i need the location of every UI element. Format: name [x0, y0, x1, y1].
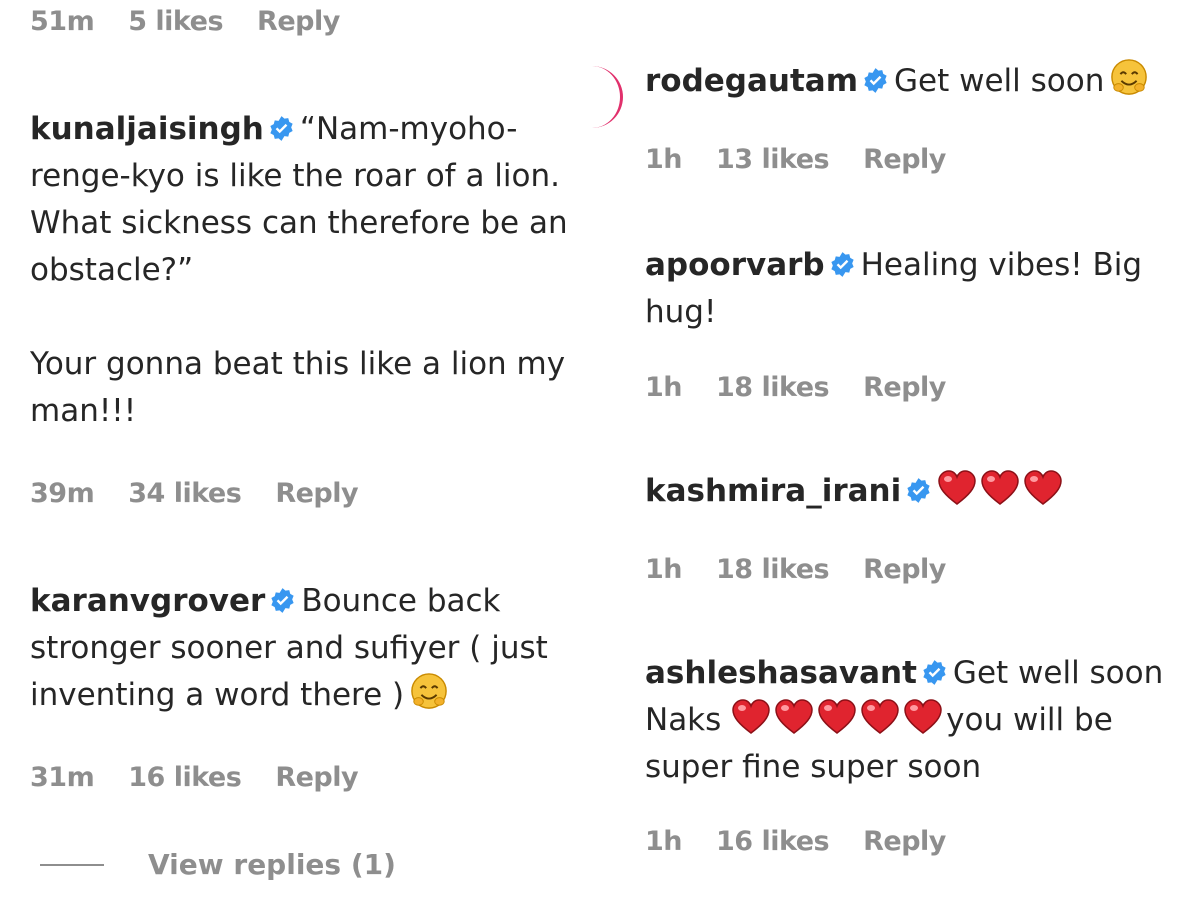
comment-time: 1h: [645, 372, 683, 403]
comment-time: 1h: [645, 826, 683, 857]
comment-likes[interactable]: 16 likes: [716, 826, 830, 857]
comment-meta-top: 51m 5 likes Reply: [30, 6, 600, 37]
comment-rodegautam: rodegautam Get well soon: [645, 58, 1175, 105]
red-heart-icon: [732, 699, 770, 734]
comment-body: ashleshasavant Get well soon Naks you wil…: [645, 650, 1175, 791]
reply-button[interactable]: Reply: [275, 478, 358, 509]
comment-text: “Nam-myoho-renge-kyo is like the roar of…: [30, 111, 568, 429]
red-heart-icon: [938, 470, 976, 505]
verified-badge-icon: [271, 588, 294, 613]
comment-likes[interactable]: 18 likes: [716, 372, 830, 403]
view-replies-row: View replies (1): [40, 848, 600, 881]
comment-meta: 1h 13 likes Reply: [645, 144, 1175, 175]
reply-button[interactable]: Reply: [863, 144, 946, 175]
verified-badge-icon: [923, 660, 946, 685]
comment-body: kunaljaisingh “Nam-myoho-renge-kyo is lik…: [30, 106, 600, 435]
comment-time: 31m: [30, 762, 95, 793]
reply-button[interactable]: Reply: [257, 6, 340, 37]
comment-time: 1h: [645, 554, 683, 585]
comment-ashleshasavant: ashleshasavant Get well soon Naks you wil…: [645, 650, 1175, 791]
comment-likes[interactable]: 13 likes: [716, 144, 830, 175]
comment-meta: 1h 18 likes Reply: [645, 372, 1175, 403]
comment-meta: 1h 18 likes Reply: [645, 554, 1175, 585]
comment-likes[interactable]: 5 likes: [128, 6, 223, 37]
comment-username[interactable]: karanvgrover: [30, 583, 265, 619]
comment-karanvgrover: karanvgrover Bounce back stronger sooner …: [30, 578, 600, 719]
comment-time: 51m: [30, 6, 95, 37]
avatar-ring-edge: [590, 66, 623, 128]
smiling-face-icon: [1111, 59, 1148, 95]
red-heart-icon: [1024, 470, 1062, 505]
reply-button[interactable]: Reply: [863, 372, 946, 403]
red-heart-icon: [818, 699, 856, 734]
divider-line: [40, 863, 104, 866]
comment-likes[interactable]: 16 likes: [128, 762, 242, 793]
comment-username[interactable]: kunaljaisingh: [30, 111, 264, 147]
comment-body: apoorvarb Healing vibes! Big hug!: [645, 242, 1175, 336]
comment-username[interactable]: rodegautam: [645, 63, 858, 99]
verified-badge-icon: [830, 252, 854, 277]
comment-username[interactable]: apoorvarb: [645, 247, 825, 283]
comment-username[interactable]: ashleshasavant: [645, 655, 917, 691]
comment-time: 39m: [30, 478, 95, 509]
red-heart-icon: [904, 699, 942, 734]
comment-time: 1h: [645, 144, 683, 175]
hearts-group: [937, 470, 1066, 509]
reply-button[interactable]: Reply: [275, 762, 358, 793]
comment-apoorvarb: apoorvarb Healing vibes! Big hug!: [645, 242, 1175, 336]
verified-badge-icon: [864, 68, 887, 93]
comment-body: kashmira_irani: [645, 468, 1175, 515]
comment-kashmira-irani: kashmira_irani: [645, 468, 1175, 515]
red-heart-icon: [981, 470, 1019, 505]
verified-badge-icon: [270, 116, 293, 141]
comment-meta: 39m 34 likes Reply: [30, 478, 600, 509]
reply-button[interactable]: Reply: [863, 826, 946, 857]
comment-likes[interactable]: 34 likes: [128, 478, 242, 509]
comment-body: rodegautam Get well soon: [645, 58, 1175, 105]
verified-badge-icon: [907, 478, 930, 503]
comment-meta: 31m 16 likes Reply: [30, 762, 600, 793]
comment-kunaljaisingh: kunaljaisingh “Nam-myoho-renge-kyo is lik…: [30, 106, 600, 435]
hearts-group: [731, 699, 946, 738]
comment-username[interactable]: kashmira_irani: [645, 473, 901, 509]
comment-likes[interactable]: 18 likes: [716, 554, 830, 585]
view-replies-button[interactable]: View replies (1): [148, 848, 396, 881]
comment-meta: 1h 16 likes Reply: [645, 826, 1175, 857]
smiling-face-icon: [411, 673, 447, 709]
comment-body: karanvgrover Bounce back stronger sooner …: [30, 578, 600, 719]
red-heart-icon: [861, 699, 899, 734]
comment-text: Get well soon: [894, 63, 1105, 99]
reply-button[interactable]: Reply: [863, 554, 946, 585]
red-heart-icon: [775, 699, 813, 734]
